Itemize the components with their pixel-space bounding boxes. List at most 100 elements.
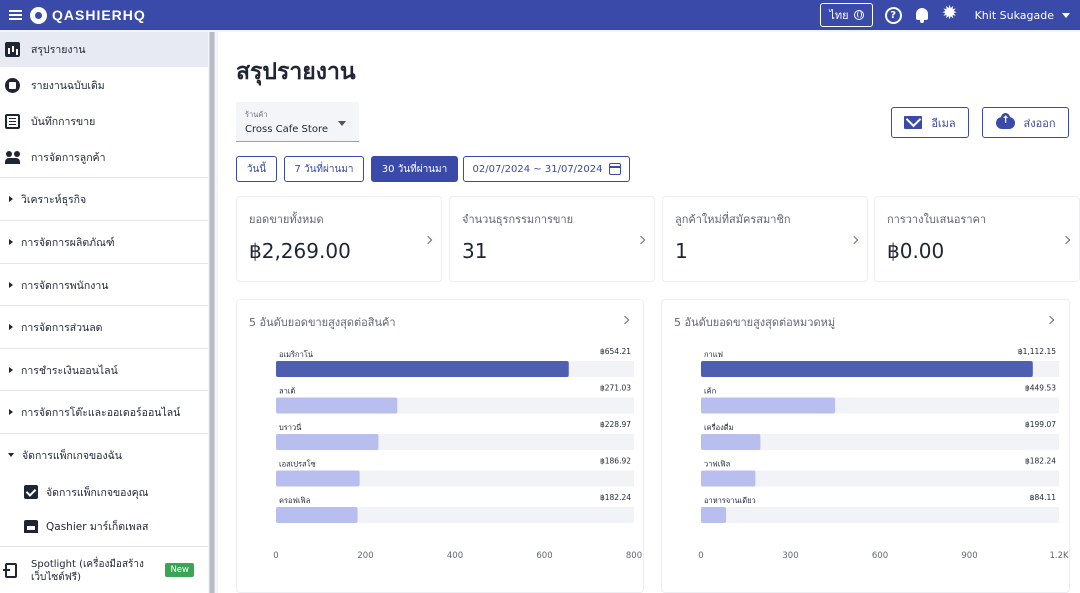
- sidebar-item-discount-management[interactable]: การจัดการส่วนลด: [0, 307, 208, 347]
- stat-label: จำนวนธุรกรรมการขาย: [462, 213, 574, 226]
- bar-track: [701, 507, 1059, 523]
- spotlight-label-line2: เว็บไซต์ฟรี): [31, 571, 82, 583]
- sidebar-item-marketplace[interactable]: Qashier มาร์เก็ตเพลส: [0, 509, 208, 543]
- logo-icon: [30, 6, 47, 24]
- stat-label: ยอดขายทั้งหมด: [249, 213, 324, 226]
- email-button[interactable]: อีเมล: [891, 107, 969, 138]
- bar: [276, 434, 379, 450]
- sidebar-item-business-analytics[interactable]: วิเคราะห์ธุรกิจ: [0, 179, 208, 219]
- sidebar-item-label: วิเคราะห์ธุรกิจ: [21, 193, 87, 206]
- brand-name: QASHIERHQ: [52, 7, 146, 23]
- bar-category-label: ครอฟเฟิล: [279, 496, 310, 505]
- stat-card-transactions[interactable]: จำนวนธุรกรรมการขาย 31: [449, 196, 655, 282]
- calendar-icon: [608, 163, 621, 175]
- bar-value-label: ฿199.07: [1025, 420, 1056, 429]
- sidebar-item-table-online-order[interactable]: การจัดการโต๊ะและออเดอร์ออนไลน์: [0, 392, 208, 432]
- expand-right-icon: [9, 409, 13, 415]
- bar-value-label: ฿84.11: [1030, 493, 1056, 502]
- store-icon: [24, 519, 38, 533]
- spotlight-label-line1: Spotlight (เครื่องมือสร้าง: [31, 558, 144, 570]
- stat-value: ฿0.00: [887, 239, 945, 263]
- chevron-down-icon[interactable]: [1062, 12, 1070, 18]
- bar-value-label: ฿449.53: [1025, 384, 1056, 393]
- divider: [0, 348, 208, 349]
- chevron-right-icon: [636, 235, 646, 245]
- bar-category-label: เครื่องดื่ม: [704, 422, 734, 432]
- hamburger-icon: [8, 10, 22, 20]
- bar: [276, 397, 398, 414]
- help-icon[interactable]: ?: [884, 6, 902, 24]
- bar-category-label: บราวนี่: [279, 422, 301, 432]
- sidebar-item-product-management[interactable]: การจัดการผลิตภัณฑ์: [0, 222, 208, 262]
- sidebar-item-staff-management[interactable]: การจัดการพนักงาน: [0, 265, 208, 305]
- sidebar-item-label: สรุปรายงาน: [31, 44, 86, 56]
- bar: [701, 434, 761, 450]
- divider: [0, 220, 208, 221]
- axis-tick-label: 0: [698, 551, 703, 561]
- globe-icon: [853, 10, 864, 20]
- page-title: สรุปรายงาน: [236, 59, 356, 85]
- bell-icon[interactable]: [914, 7, 930, 24]
- axis-tick-label: 400: [447, 551, 463, 561]
- bar-category-label: เอสเปรสโซ: [279, 460, 316, 469]
- bar: [701, 361, 1033, 377]
- bar: [276, 361, 569, 377]
- language-label: ไทย: [829, 9, 849, 22]
- language-button[interactable]: ไทย: [820, 3, 873, 27]
- sidebar-item-manage-package[interactable]: จัดการแพ็กเกจของคุณ: [0, 475, 208, 509]
- sidebar-item-label: บันทึกการขาย: [31, 115, 96, 128]
- bar: [276, 507, 358, 523]
- bar-category-label: อเมริกาโน่: [279, 350, 313, 359]
- cloud-upload-icon: [995, 112, 1015, 129]
- main-content: สรุปรายงาน ร้านค้า Cross Cafe Store อีเม…: [218, 32, 1080, 593]
- bar-category-label: วาฟเฟิล: [704, 460, 730, 469]
- gear-icon[interactable]: [942, 4, 959, 24]
- range-30-days-button[interactable]: 30 วันที่ผ่านมา: [371, 156, 458, 182]
- scrollbar-thumb[interactable]: [210, 32, 214, 593]
- people-icon: [5, 150, 20, 165]
- range-7-days-button[interactable]: 7 วันที่ผ่านมา: [284, 156, 364, 182]
- axis-tick-label: 600: [872, 551, 888, 561]
- divider: [0, 305, 208, 306]
- bar-value-label: ฿654.21: [600, 347, 631, 356]
- sidebar-item-label: รายงานฉบับเดิม: [31, 79, 105, 92]
- sidebar-item-online-payment[interactable]: การชำระเงินออนไลน์: [0, 350, 208, 390]
- date-range-picker[interactable]: 02/07/2024 ~ 31/07/2024: [463, 156, 630, 182]
- stat-card-total-sales[interactable]: ยอดขายทั้งหมด ฿2,269.00: [236, 196, 442, 282]
- checkbox-icon: [24, 485, 38, 499]
- bar-category-label: เค้ก: [704, 387, 716, 396]
- expand-right-icon: [9, 324, 13, 330]
- list-icon: [5, 113, 20, 129]
- expand-right-icon: [9, 282, 13, 288]
- menu-button[interactable]: [2, 0, 28, 30]
- axis-tick-label: 800: [626, 551, 642, 561]
- axis-tick-label: 1.2K: [1049, 551, 1069, 561]
- store-select[interactable]: ร้านค้า Cross Cafe Store: [236, 102, 359, 142]
- sidebar-item-my-package[interactable]: จัดการแพ็กเกจของฉัน: [0, 435, 208, 475]
- stat-value: 31: [462, 239, 488, 263]
- bar-category-label: กาแฟ: [704, 350, 723, 359]
- bar-chart: อเมริกาโน่ ฿654.21 ลาเต้ ฿271.03 บราวนี่ ฿228…: [273, 347, 642, 561]
- export-button[interactable]: ส่งออก: [982, 107, 1069, 138]
- chevron-right-icon: [849, 235, 859, 245]
- classic-report-icon: [5, 77, 20, 93]
- spotlight-label: Spotlight (เครื่องมือสร้าง เว็บไซต์ฟรี): [31, 558, 144, 584]
- bar: [701, 507, 727, 523]
- new-badge: New: [165, 563, 194, 577]
- bar-chart-icon: [5, 42, 20, 57]
- mail-icon: [904, 116, 923, 129]
- bar: [701, 397, 836, 414]
- sidebar-item-label: จัดการแพ็กเกจของคุณ: [46, 486, 149, 499]
- brand-logo[interactable]: QASHIERHQ: [30, 6, 146, 24]
- sidebar-item-sales-records[interactable]: บันทึกการขาย: [0, 103, 208, 139]
- sidebar-item-spotlight[interactable]: Spotlight (เครื่องมือสร้าง เว็บไซต์ฟรี) …: [0, 548, 208, 593]
- stat-card-new-members[interactable]: ลูกค้าใหม่ที่สมัครสมาชิก 1: [662, 196, 868, 282]
- sidebar-item-customer-management[interactable]: การจัดการลูกค้า: [0, 139, 208, 175]
- user-name[interactable]: Khit Sukagade: [975, 9, 1054, 22]
- stat-card-quotations[interactable]: การวางใบเสนอราคา ฿0.00: [874, 196, 1080, 282]
- range-today-button[interactable]: วันนี้: [236, 156, 277, 182]
- sidebar-item-summary-report[interactable]: สรุปรายงาน: [0, 32, 208, 67]
- stat-value: ฿2,269.00: [249, 239, 351, 263]
- sidebar-item-classic-report[interactable]: รายงานฉบับเดิม: [0, 67, 208, 103]
- sidebar-scrollbar[interactable]: [209, 32, 215, 593]
